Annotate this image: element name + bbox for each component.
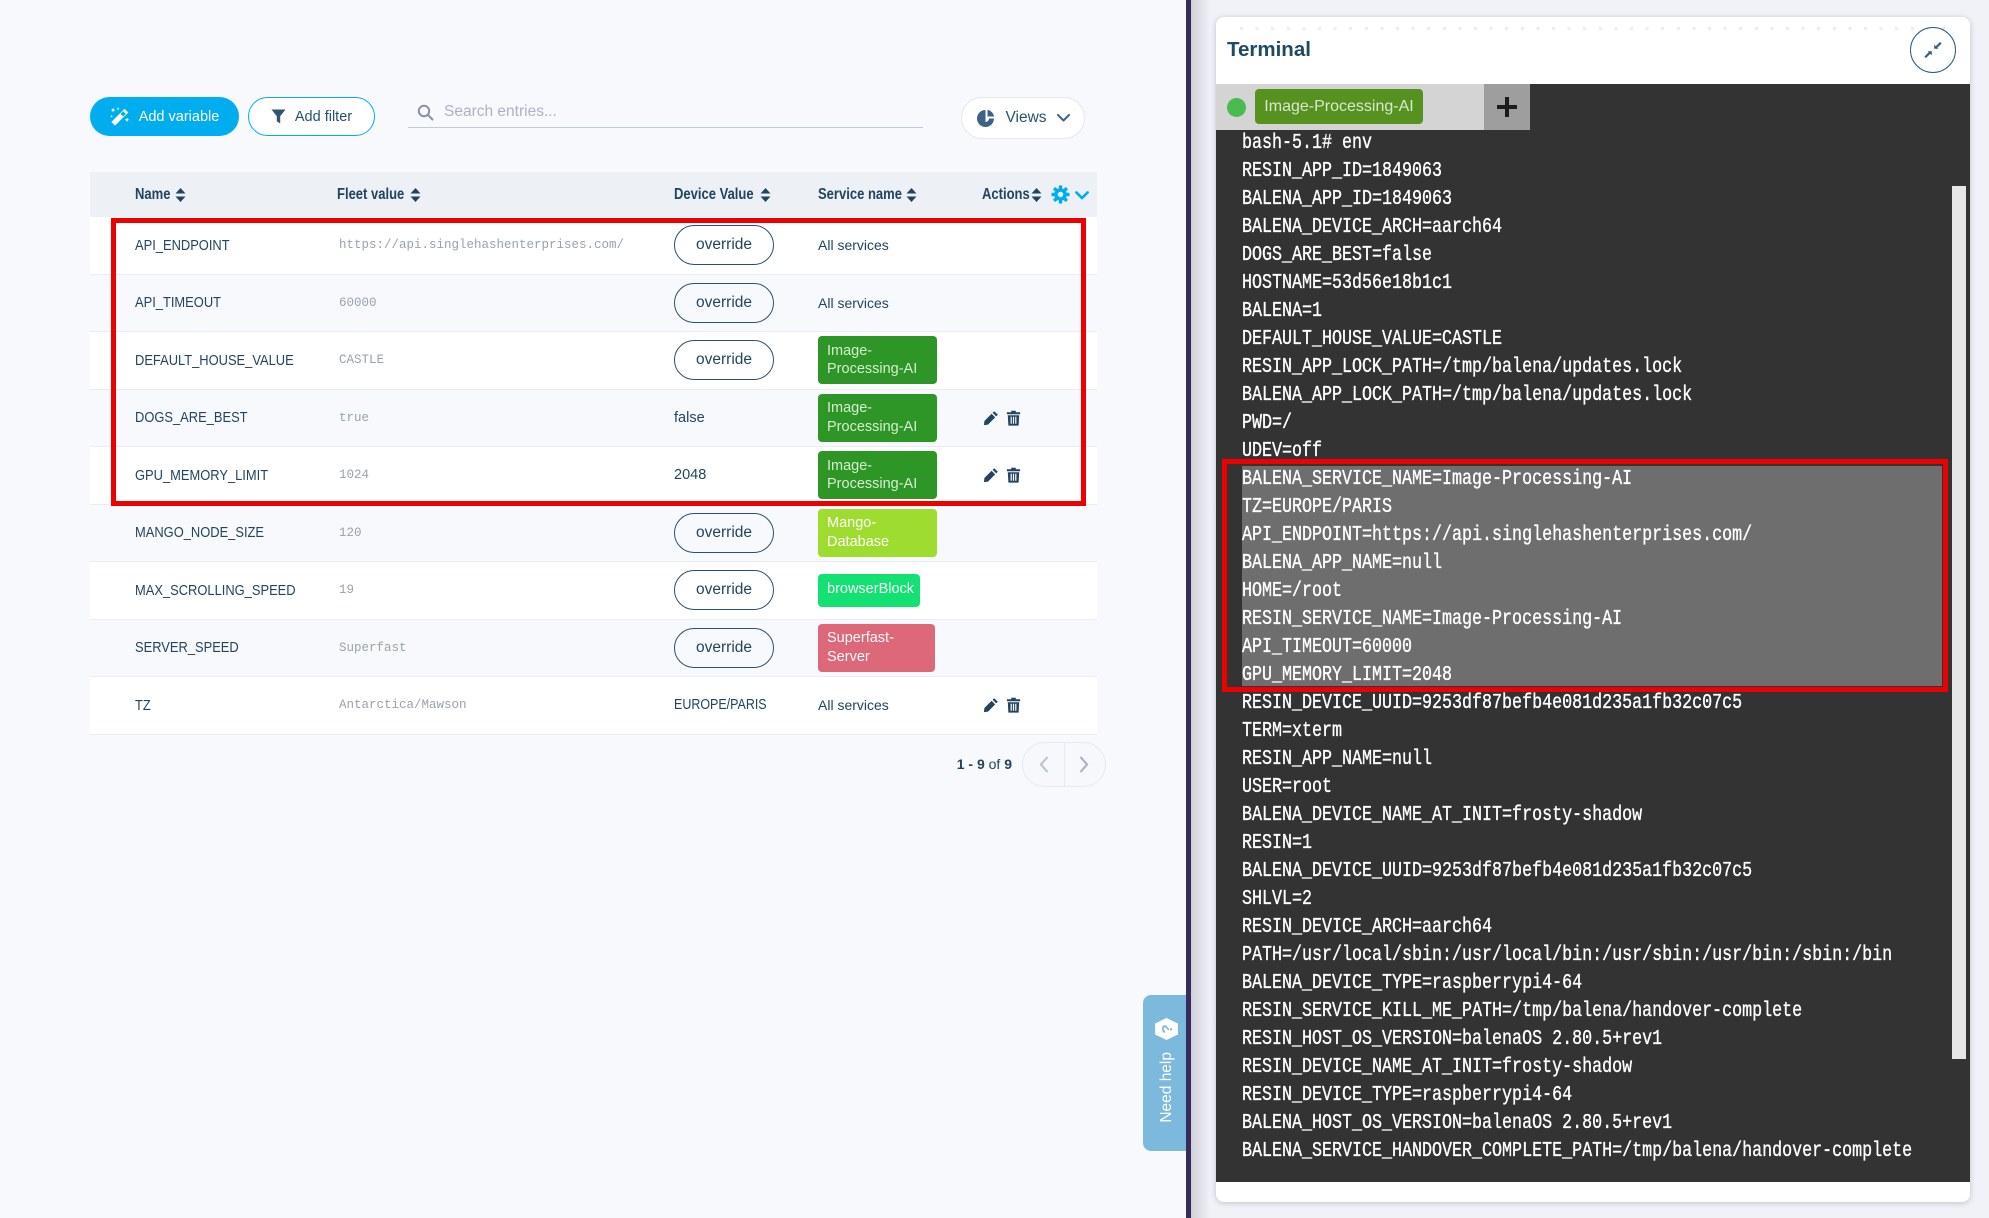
- svg-text:?: ?: [1159, 1024, 1176, 1033]
